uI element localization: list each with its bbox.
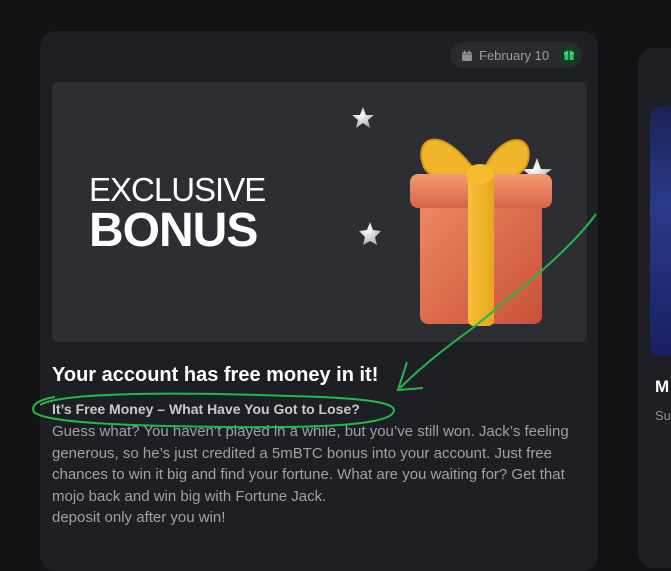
calendar-icon: [461, 49, 473, 61]
gift-box-icon: [352, 107, 552, 326]
banner-heading-line2: BONUS: [89, 204, 258, 257]
promotion-card[interactable]: February 10 EXCLUSIVE BONUS Your account…: [40, 31, 598, 571]
next-promo-subtitle: Su: [655, 408, 671, 423]
body-paragraph: deposit only after you win!: [52, 509, 226, 526]
promo-title: Your account has free money in it!: [52, 364, 379, 386]
body-paragraph: Guess what? You haven’t played in a whil…: [52, 423, 569, 505]
next-promo-image: [650, 106, 671, 356]
next-promotion-card[interactable]: M Su: [638, 48, 671, 568]
gift-icon: [559, 45, 579, 65]
next-promo-title: M: [655, 377, 670, 396]
date-label: February 10: [479, 47, 550, 63]
date-badge: February 10: [450, 42, 582, 68]
promo-subtitle: It’s Free Money – What Have You Got to L…: [52, 401, 360, 417]
promo-body: Guess what? You haven’t played in a whil…: [52, 421, 582, 529]
promo-banner: EXCLUSIVE BONUS: [52, 82, 587, 342]
